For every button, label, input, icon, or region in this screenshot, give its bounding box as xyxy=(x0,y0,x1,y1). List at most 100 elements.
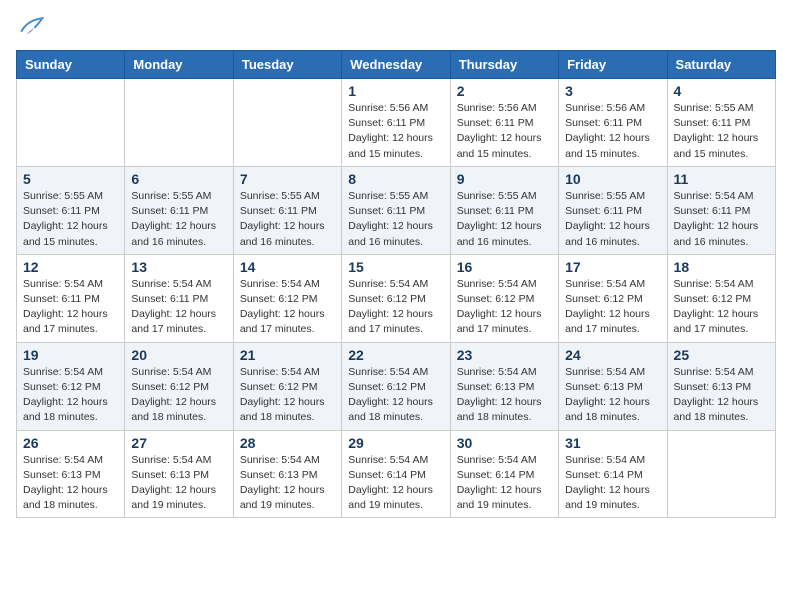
day-number: 25 xyxy=(674,347,769,363)
calendar-day-header: Tuesday xyxy=(233,51,341,79)
logo-bird-icon xyxy=(20,16,44,38)
calendar-day-cell: 23 Sunrise: 5:54 AM Sunset: 6:13 PM Dayli… xyxy=(450,342,558,430)
calendar-day-cell: 25 Sunrise: 5:54 AM Sunset: 6:13 PM Dayli… xyxy=(667,342,775,430)
day-info: Sunrise: 5:54 AM Sunset: 6:11 PM Dayligh… xyxy=(23,277,118,338)
calendar-day-cell: 10 Sunrise: 5:55 AM Sunset: 6:11 PM Dayli… xyxy=(559,166,667,254)
calendar-day-cell: 28 Sunrise: 5:54 AM Sunset: 6:13 PM Dayli… xyxy=(233,430,341,518)
day-info: Sunrise: 5:54 AM Sunset: 6:13 PM Dayligh… xyxy=(457,365,552,426)
day-info: Sunrise: 5:54 AM Sunset: 6:14 PM Dayligh… xyxy=(565,453,660,514)
day-number: 20 xyxy=(131,347,226,363)
day-number: 10 xyxy=(565,171,660,187)
calendar-day-cell: 14 Sunrise: 5:54 AM Sunset: 6:12 PM Dayli… xyxy=(233,254,341,342)
calendar-day-cell xyxy=(17,79,125,167)
calendar-day-cell: 21 Sunrise: 5:54 AM Sunset: 6:12 PM Dayli… xyxy=(233,342,341,430)
day-number: 29 xyxy=(348,435,443,451)
calendar-day-cell: 3 Sunrise: 5:56 AM Sunset: 6:11 PM Daylig… xyxy=(559,79,667,167)
calendar-day-cell: 22Sunrise: 5:54 AM Sunset: 6:12 PM Dayli… xyxy=(342,342,450,430)
day-info: Sunrise: 5:54 AM Sunset: 6:12 PM Dayligh… xyxy=(674,277,769,338)
day-number: 1 xyxy=(348,83,443,99)
calendar-day-cell: 12 Sunrise: 5:54 AM Sunset: 6:11 PM Dayli… xyxy=(17,254,125,342)
calendar-day-cell: 26 Sunrise: 5:54 AM Sunset: 6:13 PM Dayli… xyxy=(17,430,125,518)
calendar-day-cell: 19 Sunrise: 5:54 AM Sunset: 6:12 PM Dayli… xyxy=(17,342,125,430)
day-number: 31 xyxy=(565,435,660,451)
calendar-day-header: Sunday xyxy=(17,51,125,79)
day-number: 23 xyxy=(457,347,552,363)
calendar-day-cell: 27 Sunrise: 5:54 AM Sunset: 6:13 PM Dayli… xyxy=(125,430,233,518)
calendar-week-row: 5 Sunrise: 5:55 AM Sunset: 6:11 PM Daylig… xyxy=(17,166,776,254)
calendar-day-cell xyxy=(667,430,775,518)
day-number: 14 xyxy=(240,259,335,275)
day-info: Sunrise: 5:54 AM Sunset: 6:12 PM Dayligh… xyxy=(457,277,552,338)
calendar-week-row: 12 Sunrise: 5:54 AM Sunset: 6:11 PM Dayli… xyxy=(17,254,776,342)
day-info: Sunrise: 5:54 AM Sunset: 6:12 PM Dayligh… xyxy=(131,365,226,426)
calendar-day-cell: 5 Sunrise: 5:55 AM Sunset: 6:11 PM Daylig… xyxy=(17,166,125,254)
calendar-day-cell: 11Sunrise: 5:54 AM Sunset: 6:11 PM Dayli… xyxy=(667,166,775,254)
day-info: Sunrise: 5:54 AM Sunset: 6:11 PM Dayligh… xyxy=(131,277,226,338)
calendar-day-cell: 2 Sunrise: 5:56 AM Sunset: 6:11 PM Daylig… xyxy=(450,79,558,167)
calendar-day-cell xyxy=(125,79,233,167)
calendar-day-header: Friday xyxy=(559,51,667,79)
day-number: 2 xyxy=(457,83,552,99)
day-number: 27 xyxy=(131,435,226,451)
day-info: Sunrise: 5:55 AM Sunset: 6:11 PM Dayligh… xyxy=(240,189,335,250)
calendar-day-cell: 9 Sunrise: 5:55 AM Sunset: 6:11 PM Daylig… xyxy=(450,166,558,254)
calendar-header-row: SundayMondayTuesdayWednesdayThursdayFrid… xyxy=(17,51,776,79)
day-number: 12 xyxy=(23,259,118,275)
day-info: Sunrise: 5:54 AM Sunset: 6:13 PM Dayligh… xyxy=(23,453,118,514)
day-info: Sunrise: 5:56 AM Sunset: 6:11 PM Dayligh… xyxy=(457,101,552,162)
day-number: 28 xyxy=(240,435,335,451)
day-info: Sunrise: 5:56 AM Sunset: 6:11 PM Dayligh… xyxy=(348,101,443,162)
day-number: 8 xyxy=(348,171,443,187)
day-info: Sunrise: 5:55 AM Sunset: 6:11 PM Dayligh… xyxy=(457,189,552,250)
day-info: Sunrise: 5:55 AM Sunset: 6:11 PM Dayligh… xyxy=(348,189,443,250)
day-number: 17 xyxy=(565,259,660,275)
day-info: Sunrise: 5:54 AM Sunset: 6:13 PM Dayligh… xyxy=(131,453,226,514)
day-info: Sunrise: 5:54 AM Sunset: 6:12 PM Dayligh… xyxy=(348,365,443,426)
day-info: Sunrise: 5:56 AM Sunset: 6:11 PM Dayligh… xyxy=(565,101,660,162)
day-number: 30 xyxy=(457,435,552,451)
day-info: Sunrise: 5:55 AM Sunset: 6:11 PM Dayligh… xyxy=(23,189,118,250)
calendar-week-row: 19 Sunrise: 5:54 AM Sunset: 6:12 PM Dayli… xyxy=(17,342,776,430)
day-info: Sunrise: 5:54 AM Sunset: 6:12 PM Dayligh… xyxy=(23,365,118,426)
logo xyxy=(16,16,44,38)
day-number: 3 xyxy=(565,83,660,99)
day-info: Sunrise: 5:54 AM Sunset: 6:13 PM Dayligh… xyxy=(240,453,335,514)
day-info: Sunrise: 5:54 AM Sunset: 6:14 PM Dayligh… xyxy=(348,453,443,514)
calendar-day-header: Wednesday xyxy=(342,51,450,79)
day-info: Sunrise: 5:54 AM Sunset: 6:13 PM Dayligh… xyxy=(674,365,769,426)
day-info: Sunrise: 5:55 AM Sunset: 6:11 PM Dayligh… xyxy=(131,189,226,250)
day-number: 7 xyxy=(240,171,335,187)
day-info: Sunrise: 5:55 AM Sunset: 6:11 PM Dayligh… xyxy=(674,101,769,162)
day-number: 26 xyxy=(23,435,118,451)
day-info: Sunrise: 5:54 AM Sunset: 6:12 PM Dayligh… xyxy=(240,277,335,338)
calendar-day-header: Thursday xyxy=(450,51,558,79)
calendar-day-header: Saturday xyxy=(667,51,775,79)
day-number: 24 xyxy=(565,347,660,363)
calendar-day-header: Monday xyxy=(125,51,233,79)
calendar-day-cell: 20 Sunrise: 5:54 AM Sunset: 6:12 PM Dayli… xyxy=(125,342,233,430)
calendar-day-cell: 24Sunrise: 5:54 AM Sunset: 6:13 PM Dayli… xyxy=(559,342,667,430)
calendar-day-cell: 16 Sunrise: 5:54 AM Sunset: 6:12 PM Dayli… xyxy=(450,254,558,342)
page-header xyxy=(16,16,776,38)
day-info: Sunrise: 5:55 AM Sunset: 6:11 PM Dayligh… xyxy=(565,189,660,250)
calendar-day-cell: 6 Sunrise: 5:55 AM Sunset: 6:11 PM Daylig… xyxy=(125,166,233,254)
day-number: 16 xyxy=(457,259,552,275)
calendar-week-row: 26 Sunrise: 5:54 AM Sunset: 6:13 PM Dayli… xyxy=(17,430,776,518)
day-number: 6 xyxy=(131,171,226,187)
day-number: 5 xyxy=(23,171,118,187)
calendar-day-cell: 30Sunrise: 5:54 AM Sunset: 6:14 PM Dayli… xyxy=(450,430,558,518)
day-info: Sunrise: 5:54 AM Sunset: 6:12 PM Dayligh… xyxy=(240,365,335,426)
calendar-day-cell: 1 Sunrise: 5:56 AM Sunset: 6:11 PM Daylig… xyxy=(342,79,450,167)
calendar-day-cell: 15 Sunrise: 5:54 AM Sunset: 6:12 PM Dayli… xyxy=(342,254,450,342)
day-number: 9 xyxy=(457,171,552,187)
calendar-day-cell: 8 Sunrise: 5:55 AM Sunset: 6:11 PM Daylig… xyxy=(342,166,450,254)
calendar-day-cell xyxy=(233,79,341,167)
day-number: 21 xyxy=(240,347,335,363)
day-number: 15 xyxy=(348,259,443,275)
day-number: 19 xyxy=(23,347,118,363)
calendar-day-cell: 17Sunrise: 5:54 AM Sunset: 6:12 PM Dayli… xyxy=(559,254,667,342)
day-info: Sunrise: 5:54 AM Sunset: 6:12 PM Dayligh… xyxy=(348,277,443,338)
calendar-day-cell: 29 Sunrise: 5:54 AM Sunset: 6:14 PM Dayli… xyxy=(342,430,450,518)
day-number: 18 xyxy=(674,259,769,275)
day-info: Sunrise: 5:54 AM Sunset: 6:11 PM Dayligh… xyxy=(674,189,769,250)
